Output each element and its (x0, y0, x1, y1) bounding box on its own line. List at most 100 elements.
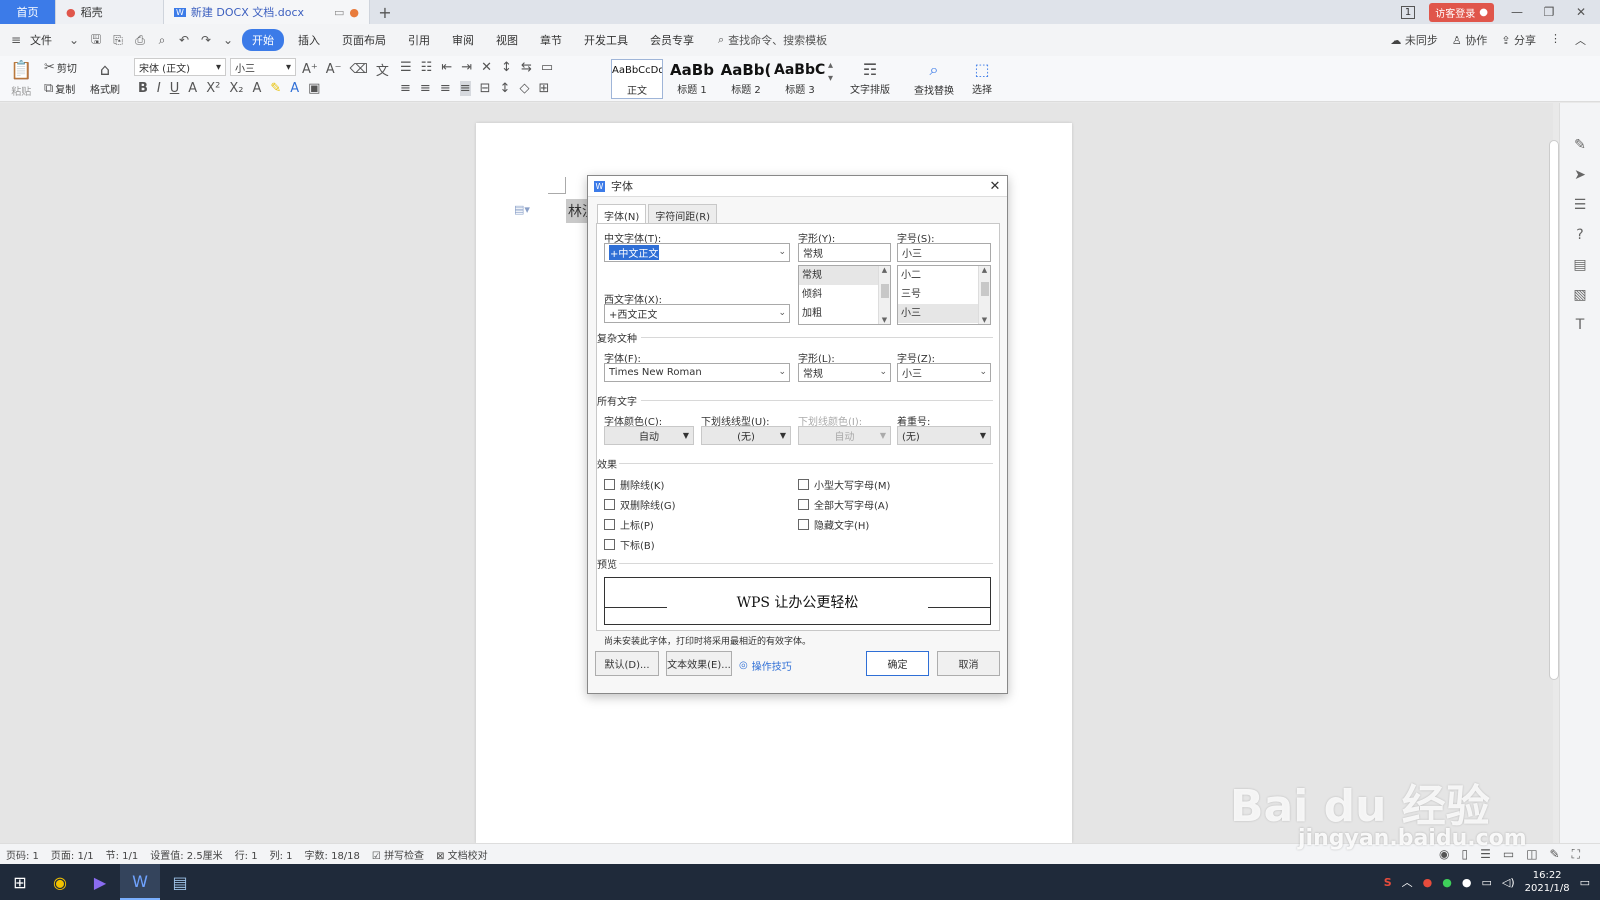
format-painter-button[interactable]: ⌂ 格式刷 (90, 60, 120, 96)
find-replace-button[interactable]: ⌕ 查找替换 (914, 60, 954, 97)
align-center-icon[interactable]: ≡ (420, 81, 431, 96)
default-button[interactable]: 默认(D)... (595, 651, 659, 676)
menu-insert[interactable]: 插入 (290, 29, 328, 51)
export-icon[interactable]: ⎘ (110, 33, 126, 48)
guest-login-button[interactable]: 访客登录 ● (1429, 2, 1494, 22)
cn-font-select[interactable]: +中文正文 ⌄ (604, 243, 790, 262)
cut-button[interactable]: ✂ 剪切 (44, 60, 77, 75)
checkbox-box[interactable] (604, 539, 615, 550)
chrome-icon[interactable]: ◉ (40, 864, 80, 900)
italic-icon[interactable]: I (157, 81, 161, 96)
scroll-thumb[interactable] (881, 284, 889, 298)
subscript-checkbox[interactable]: 下标(B) (604, 537, 655, 552)
tray-app-icon[interactable]: ● (1423, 876, 1433, 889)
select-button[interactable]: ⬚ 选择 (972, 60, 992, 96)
increase-indent-icon[interactable]: ⇥ (461, 60, 472, 75)
redo-icon[interactable]: ↷ (198, 33, 214, 47)
chevron-up-icon[interactable]: ▲ (879, 266, 890, 274)
menu-home[interactable]: 开始 (242, 29, 284, 51)
paste-button[interactable]: 📋 粘贴 (10, 60, 32, 98)
char-border-icon[interactable]: ▣ (308, 81, 320, 96)
restore-icon[interactable]: ❐ (1540, 5, 1558, 19)
underline-type-select[interactable]: (无) ▼ (701, 426, 791, 445)
menu-page-layout[interactable]: 页面布局 (334, 29, 394, 51)
style-option[interactable]: 常规 (799, 266, 890, 285)
line-spacing-icon[interactable]: ↕ (500, 81, 511, 96)
screen-icon[interactable]: ▭ (334, 6, 344, 19)
shrink-font-icon[interactable]: A⁻ (326, 62, 342, 77)
status-line[interactable]: 行: 1 (235, 847, 258, 862)
checkbox-box[interactable] (604, 519, 615, 530)
vertical-scrollbar[interactable] (1549, 140, 1559, 680)
status-column[interactable]: 列: 1 (270, 847, 293, 862)
print-preview-icon[interactable]: ⌕ (154, 33, 170, 48)
highlight-icon[interactable]: ✎ (270, 81, 281, 96)
new-tab-button[interactable]: + (370, 0, 400, 24)
distribute-icon[interactable]: ⊟ (480, 81, 491, 96)
bullets-icon[interactable]: ☰ (400, 60, 412, 75)
style-heading3[interactable]: AaBbC( 标题 3 (774, 59, 826, 99)
menu-review[interactable]: 审阅 (444, 29, 482, 51)
tab-document[interactable]: W 新建 DOCX 文档.docx ▭ ● (164, 0, 370, 24)
tips-link[interactable]: ◎ 操作技巧 (739, 658, 792, 673)
checkbox-box[interactable] (798, 499, 809, 510)
grow-font-icon[interactable]: A⁺ (302, 62, 318, 77)
checkbox-box[interactable] (798, 519, 809, 530)
text-layout-button[interactable]: ☶ 文字排版 (850, 60, 890, 96)
chevron-down-icon[interactable]: ▼ (979, 316, 990, 324)
style-option[interactable]: 倾斜 (799, 285, 890, 304)
align-left-icon[interactable]: ≡ (400, 81, 411, 96)
emphasis-select[interactable]: (无) ▼ (897, 426, 991, 445)
tab-home[interactable]: 首页 (0, 0, 56, 24)
justify-icon[interactable]: ≡ (459, 81, 471, 96)
status-word-count[interactable]: 字数: 18/18 (305, 847, 360, 862)
align-right-icon[interactable]: ≡ (440, 81, 451, 96)
numbering-icon[interactable]: ☷ (421, 60, 433, 75)
customize-icon[interactable]: ⌄ (220, 33, 236, 47)
doc-review-icon[interactable]: ▧ (1573, 287, 1586, 303)
style-normal[interactable]: AaBbCcDd 正文 (611, 59, 663, 99)
tab-daoke[interactable]: ● 稻壳 (56, 0, 164, 24)
char-shading-icon[interactable]: A (252, 81, 261, 96)
phonetic-icon[interactable]: 文 (376, 60, 389, 79)
superscript-checkbox[interactable]: 上标(P) (604, 517, 654, 532)
shading-icon[interactable]: ◇ (519, 81, 529, 96)
style-option[interactable]: 加粗 (799, 304, 890, 323)
paragraph-handle-icon[interactable]: ▤▾ (514, 203, 530, 216)
pen-icon[interactable]: ✎ (1574, 137, 1586, 153)
read-mode-icon[interactable]: ◫ (1526, 847, 1537, 862)
wps-writer-icon[interactable]: W (120, 864, 160, 900)
spell-check-toggle[interactable]: ☑ 拼写检查 (372, 847, 424, 862)
west-font-select[interactable]: +西文正文 ⌄ (604, 304, 790, 323)
font-color-icon[interactable]: A (290, 81, 299, 96)
menu-references[interactable]: 引用 (400, 29, 438, 51)
status-section[interactable]: 节: 1/1 (106, 847, 139, 862)
chinese-layout-icon[interactable]: ✕ (481, 60, 492, 75)
cancel-button[interactable]: 取消 (937, 651, 1000, 676)
fullscreen-icon[interactable]: ⛶ (1572, 847, 1580, 862)
sort-icon[interactable]: ↕ (501, 60, 512, 75)
superscript-icon[interactable]: X² (206, 81, 220, 96)
style-input[interactable]: 常规 (798, 243, 891, 262)
collab-button[interactable]: ♙ 协作 (1452, 32, 1487, 48)
more-icon[interactable]: ⋮ (1550, 32, 1561, 48)
size-listbox[interactable]: 小二 三号 小三 ▲ ▼ (897, 265, 991, 325)
status-setting[interactable]: 设置值: 2.5厘米 (150, 847, 222, 862)
checkbox-box[interactable] (798, 479, 809, 490)
chevron-up-icon[interactable]: ▲ (979, 266, 990, 274)
chevron-down-icon[interactable]: ▼ (879, 316, 890, 324)
style-heading1[interactable]: AaBb 标题 1 (666, 59, 718, 99)
input-method-icon[interactable]: S (1384, 876, 1392, 889)
checkbox-box[interactable] (604, 499, 615, 510)
volume-icon[interactable]: ◁) (1502, 876, 1515, 889)
media-player-icon[interactable]: ▶ (80, 864, 120, 900)
clear-format-icon[interactable]: ⌫ (350, 62, 368, 77)
text-icon[interactable]: T (1576, 317, 1585, 333)
notification-icon[interactable]: ▭ (1580, 876, 1590, 889)
styles-more[interactable]: ▴ ▾ (828, 60, 833, 84)
windows-start-icon[interactable]: ⊞ (0, 864, 40, 900)
decrease-indent-icon[interactable]: ⇤ (441, 60, 452, 75)
table-icon[interactable]: ▭ (541, 60, 553, 75)
copy-button[interactable]: ⧉ 复制 (44, 81, 75, 96)
menu-developer[interactable]: 开发工具 (576, 29, 636, 51)
